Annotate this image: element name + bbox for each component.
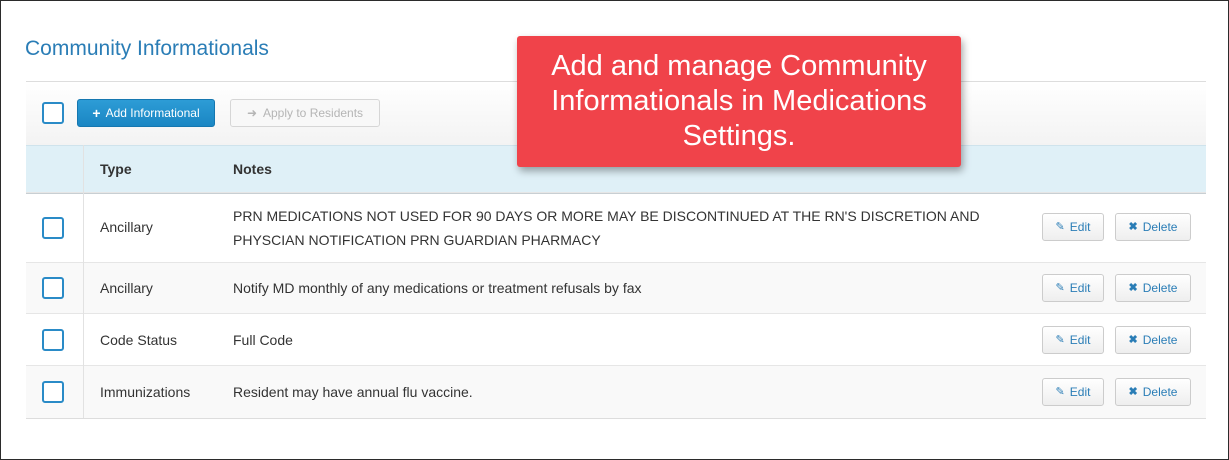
edit-label: Edit: [1069, 281, 1091, 295]
delete-button[interactable]: ✖ Delete: [1115, 326, 1191, 354]
add-informational-label: Add Informational: [105, 106, 200, 120]
row-type: Ancillary: [100, 280, 153, 296]
apply-to-residents-label: Apply to Residents: [263, 106, 364, 120]
row-checkbox[interactable]: [42, 277, 64, 299]
row-notes: PRN MEDICATIONS NOT USED FOR 90 DAYS OR …: [233, 208, 980, 248]
table-row: Ancillary Notify MD monthly of any medic…: [26, 262, 1206, 314]
add-informational-button[interactable]: + Add Informational: [77, 99, 215, 127]
plus-icon: +: [92, 105, 101, 121]
row-checkbox[interactable]: [42, 217, 64, 239]
edit-button[interactable]: ✎ Edit: [1042, 378, 1104, 406]
edit-label: Edit: [1069, 220, 1091, 234]
edit-button[interactable]: ✎ Edit: [1042, 326, 1104, 354]
column-header-type[interactable]: Type: [100, 161, 132, 177]
row-notes: Full Code: [233, 332, 293, 348]
edit-button[interactable]: ✎ Edit: [1042, 274, 1104, 302]
pencil-icon: ✎: [1055, 385, 1065, 398]
column-header-notes[interactable]: Notes: [233, 161, 272, 177]
page-title: Community Informationals: [25, 37, 269, 60]
arrow-right-icon: ➜: [246, 106, 257, 120]
pencil-icon: ✎: [1055, 220, 1065, 233]
delete-label: Delete: [1142, 220, 1178, 234]
delete-button[interactable]: ✖ Delete: [1115, 274, 1191, 302]
row-type: Ancillary: [100, 219, 153, 235]
row-notes: Notify MD monthly of any medications or …: [233, 280, 642, 296]
table-row: Immunizations Resident may have annual f…: [26, 365, 1206, 418]
delete-button[interactable]: ✖ Delete: [1115, 213, 1191, 241]
x-icon: ✖: [1128, 385, 1138, 398]
x-icon: ✖: [1128, 220, 1138, 233]
delete-label: Delete: [1142, 333, 1178, 347]
callout-annotation: Add and manage Community Informationals …: [517, 36, 961, 167]
table-row: Ancillary PRN MEDICATIONS NOT USED FOR 9…: [26, 192, 1206, 263]
edit-label: Edit: [1069, 385, 1091, 399]
row-checkbox[interactable]: [42, 329, 64, 351]
x-icon: ✖: [1128, 333, 1138, 346]
row-type: Code Status: [100, 332, 178, 348]
row-notes: Resident may have annual flu vaccine.: [233, 384, 473, 400]
table-row: Code Status Full Code ✎ Edit ✖ Delete: [26, 313, 1206, 366]
row-type: Immunizations: [100, 384, 191, 400]
column-divider: [83, 145, 84, 418]
pencil-icon: ✎: [1055, 333, 1065, 346]
edit-label: Edit: [1069, 333, 1091, 347]
screenshot-frame: Community Informationals + Add Informati…: [0, 0, 1229, 460]
pencil-icon: ✎: [1055, 281, 1065, 294]
apply-to-residents-button[interactable]: ➜ Apply to Residents: [230, 99, 380, 127]
row-checkbox[interactable]: [42, 381, 64, 403]
select-all-checkbox[interactable]: [42, 102, 64, 124]
edit-button[interactable]: ✎ Edit: [1042, 213, 1104, 241]
delete-button[interactable]: ✖ Delete: [1115, 378, 1191, 406]
delete-label: Delete: [1142, 281, 1178, 295]
delete-label: Delete: [1142, 385, 1178, 399]
x-icon: ✖: [1128, 281, 1138, 294]
callout-text: Add and manage Community Informationals …: [551, 50, 927, 152]
